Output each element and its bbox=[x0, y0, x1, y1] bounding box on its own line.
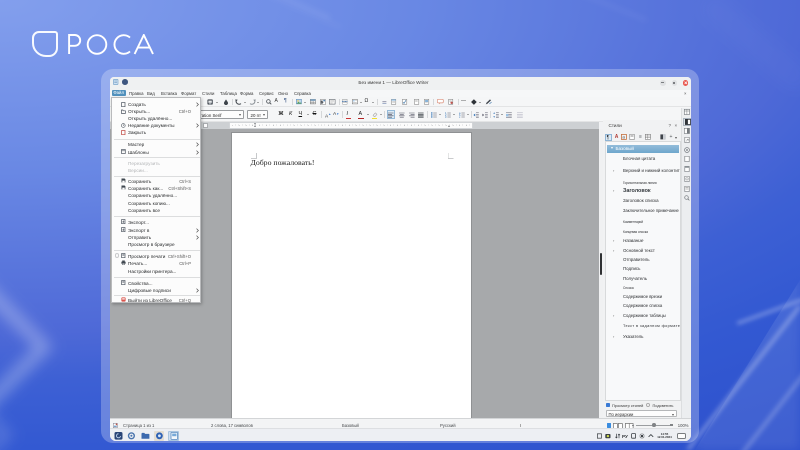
svg-text:c: c bbox=[459, 116, 461, 118]
svg-text:3: 3 bbox=[445, 115, 447, 118]
svg-text:a: a bbox=[622, 135, 625, 140]
